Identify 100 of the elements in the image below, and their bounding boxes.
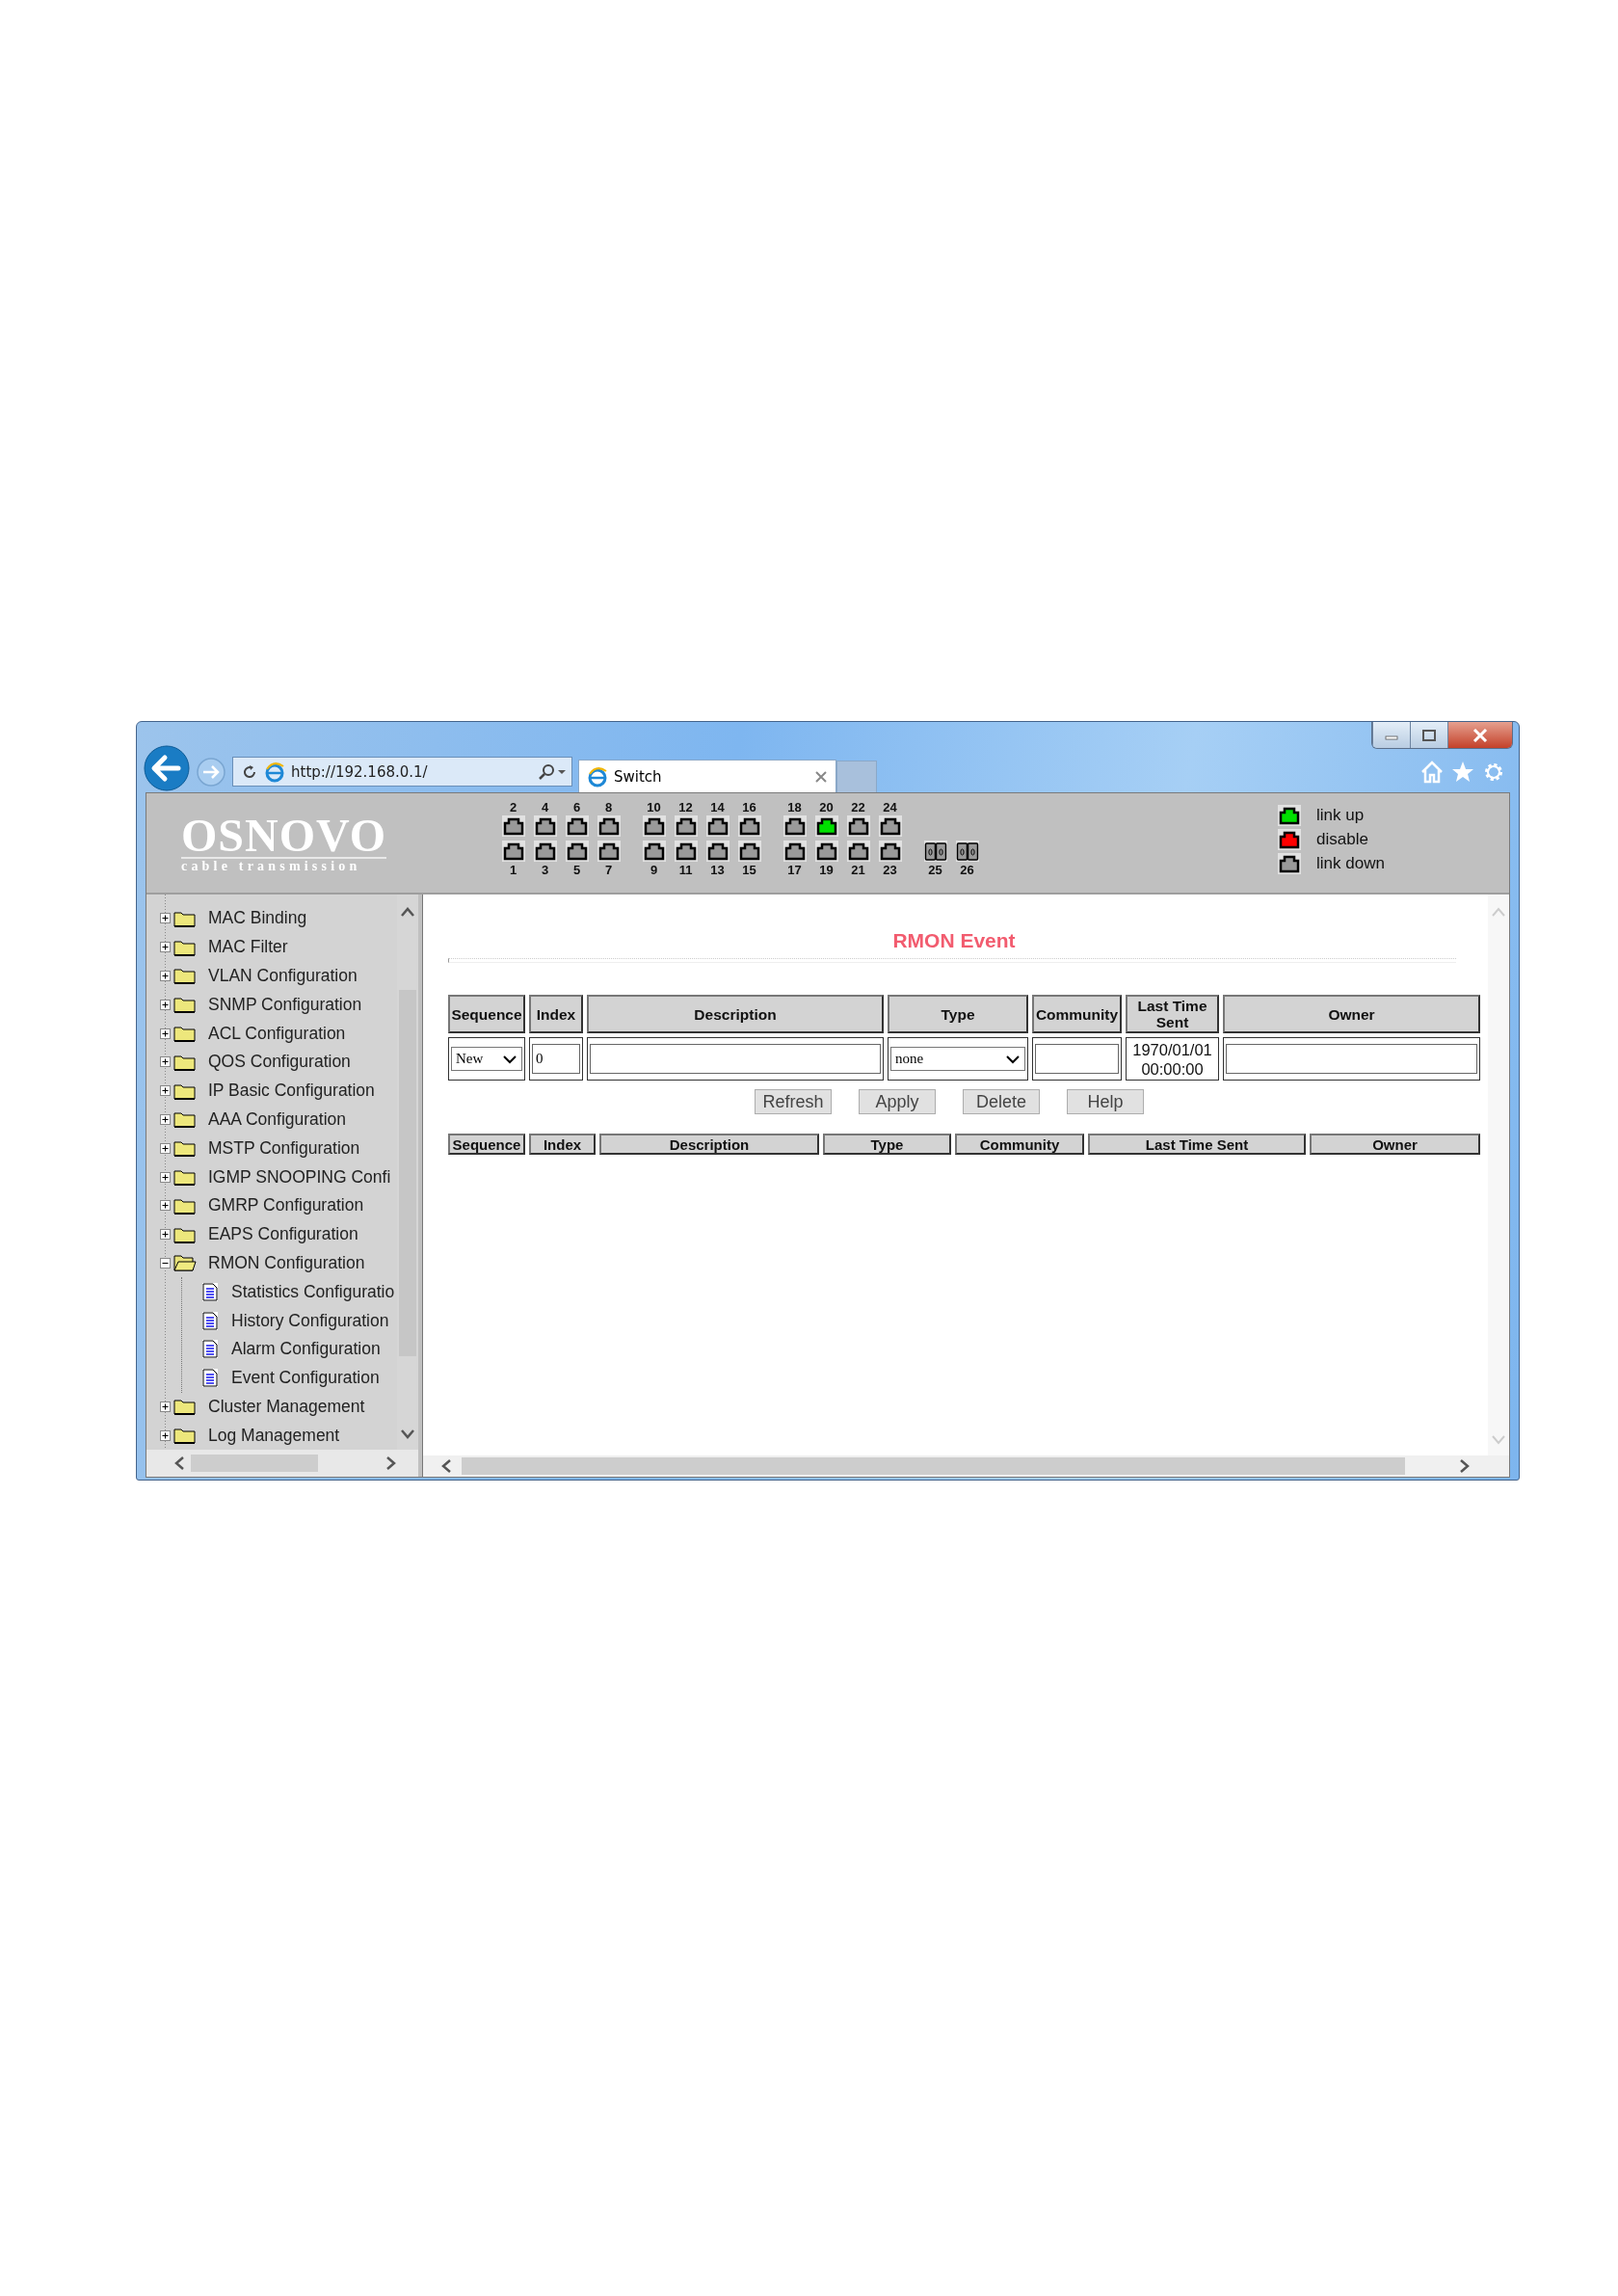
port-icon[interactable] [565,841,589,862]
expand-icon[interactable] [160,1229,171,1241]
folder-icon [173,1109,197,1130]
port-icon[interactable] [533,841,557,862]
minimize-button[interactable] [1372,722,1410,748]
folder-icon [173,1397,197,1417]
scroll-left-icon[interactable] [173,1455,185,1472]
expand-icon[interactable] [160,1200,171,1212]
expand-icon[interactable] [160,1429,171,1441]
tree-item[interactable]: History Configuration [231,1310,389,1331]
form-button[interactable]: Delete [963,1089,1040,1114]
tree-item[interactable]: AAA Configuration [208,1108,346,1130]
tree-item[interactable]: EAPS Configuration [208,1224,358,1245]
horizontal-scrollbar[interactable] [146,1450,418,1478]
form-button[interactable]: Apply [859,1089,936,1114]
close-button[interactable] [1447,722,1512,748]
port-icon[interactable] [642,841,666,862]
port-number: 17 [787,862,802,878]
tree-item[interactable]: Statistics Configuratio [231,1281,395,1302]
port-icon[interactable] [705,841,729,862]
port-icon[interactable] [814,841,838,862]
browser-tab[interactable]: Switch [578,760,836,792]
refresh-icon[interactable] [241,762,258,781]
port-icon[interactable] [814,815,838,837]
form-button[interactable]: Help [1067,1089,1144,1114]
maximize-button[interactable] [1410,722,1447,748]
input-field[interactable] [590,1044,881,1074]
port-icon[interactable] [782,815,807,837]
scroll-left-icon[interactable] [440,1458,452,1475]
input-field[interactable]: 0 [532,1044,580,1074]
collapse-icon[interactable] [160,1257,171,1268]
tree-item[interactable]: QOS Configuration [208,1052,351,1073]
tree-item[interactable]: MAC Filter [208,937,288,958]
scroll-down-icon[interactable] [400,1428,415,1441]
address-bar[interactable]: http://192.168.0.1/ [232,757,572,787]
fiber-port-icon[interactable] [923,841,947,862]
port-icon[interactable] [501,841,525,862]
port-icon[interactable] [642,815,666,837]
expand-icon[interactable] [160,942,171,953]
port-number: 12 [678,799,693,815]
expand-icon[interactable] [160,971,171,981]
scroll-up-icon[interactable] [400,906,415,918]
input-field[interactable] [1226,1044,1477,1074]
expand-icon[interactable] [160,1142,171,1154]
expand-icon[interactable] [160,1171,171,1183]
tree-item[interactable]: Cluster Management [208,1396,365,1417]
horizontal-scrollbar[interactable] [423,1455,1509,1478]
port-icon[interactable] [501,815,525,837]
port-icon[interactable] [878,841,902,862]
port-icon[interactable] [782,841,807,862]
port-icon[interactable] [597,815,621,837]
tree-item[interactable]: GMRP Configuration [208,1195,364,1216]
port-icon[interactable] [597,841,621,862]
dropdown[interactable]: New [451,1047,522,1071]
tree-item[interactable]: VLAN Configuration [208,966,358,986]
expand-icon[interactable] [160,999,171,1010]
tree-item[interactable]: MAC Binding [208,908,307,929]
legend-label: disable [1316,830,1368,849]
expand-icon[interactable] [160,1056,171,1068]
fiber-port-icon[interactable] [955,841,979,862]
expand-icon[interactable] [160,1085,171,1097]
port-number: 15 [742,862,756,878]
tree-item[interactable]: Alarm Configuration [231,1339,381,1360]
document-icon [202,1282,218,1301]
port-icon[interactable] [533,815,557,837]
tree-item[interactable]: RMON Configuration [208,1252,365,1273]
tree-item[interactable]: IP Basic Configuration [208,1081,375,1102]
port-number: 25 [928,862,942,878]
port-icon[interactable] [846,841,870,862]
tree-item[interactable]: ACL Configuration [208,1023,346,1044]
form-button[interactable]: Refresh [755,1089,832,1114]
scroll-right-icon[interactable] [385,1455,397,1472]
back-button[interactable] [144,744,190,791]
folder-icon [173,1024,197,1044]
port-icon[interactable] [565,815,589,837]
forward-button[interactable] [196,756,226,788]
port-number: 26 [960,862,974,878]
tree-item[interactable]: Log Management [208,1425,340,1446]
port-icon[interactable] [705,815,729,837]
port-icon[interactable] [674,815,698,837]
tree-item[interactable]: IGMP SNOOPING Confi [208,1166,391,1188]
input-field[interactable] [1035,1044,1119,1074]
tree-item[interactable]: MSTP Configuration [208,1137,360,1159]
dropdown[interactable]: none [890,1047,1025,1071]
tree-item[interactable]: SNMP Configuration [208,994,362,1015]
port-icon[interactable] [674,841,698,862]
expand-icon[interactable] [160,1113,171,1125]
search-icon[interactable] [537,761,568,782]
port-number: 11 [678,862,693,878]
port-icon[interactable] [878,815,902,837]
expand-icon[interactable] [160,1028,171,1039]
expand-icon[interactable] [160,1401,171,1412]
port-icon[interactable] [846,815,870,837]
legend-label: link down [1316,854,1385,873]
scroll-right-icon[interactable] [1459,1458,1471,1475]
tree-item[interactable]: Event Configuration [231,1368,380,1389]
close-icon[interactable] [814,769,828,784]
expand-icon[interactable] [160,913,171,924]
port-icon[interactable] [737,841,761,862]
port-icon[interactable] [737,815,761,837]
